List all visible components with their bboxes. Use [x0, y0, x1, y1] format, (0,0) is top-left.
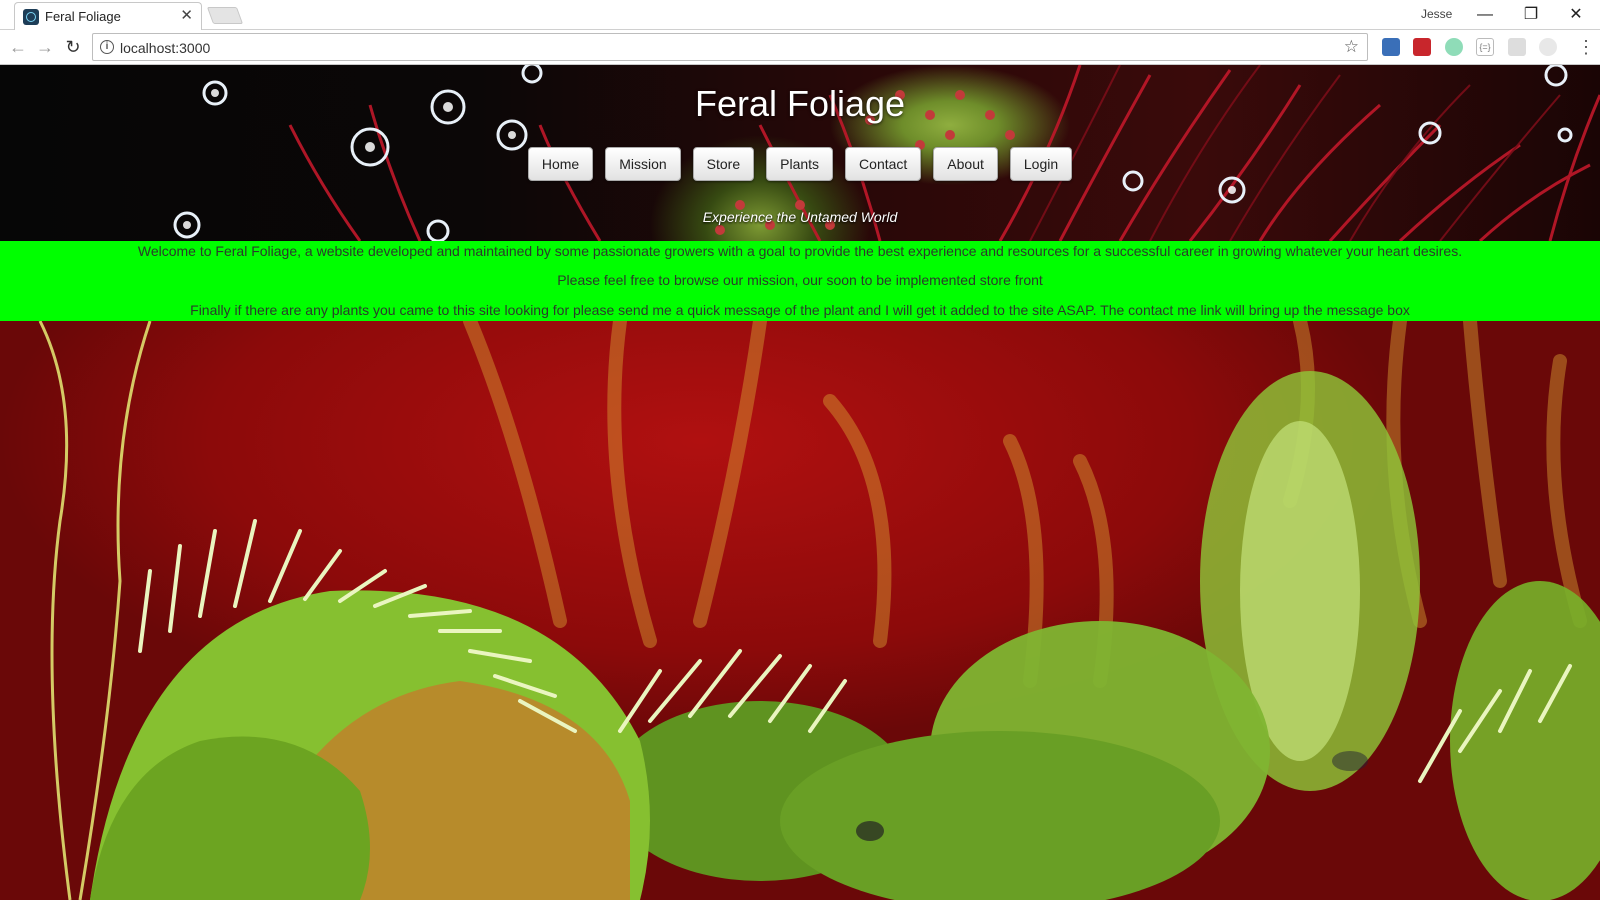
react-favicon-icon	[23, 9, 39, 25]
info-icon[interactable]: i	[100, 40, 114, 54]
tab-title: Feral Foliage	[45, 9, 121, 24]
site-header: Feral Foliage Home Mission Store Plants …	[0, 65, 1600, 241]
page-content: Feral Foliage Home Mission Store Plants …	[0, 65, 1600, 900]
nav-plants-button[interactable]: Plants	[766, 147, 834, 181]
extension-icon[interactable]: {=}	[1476, 38, 1494, 56]
nav-store-button[interactable]: Store	[692, 147, 755, 181]
minimize-button[interactable]: —	[1465, 2, 1505, 28]
extension-icon[interactable]	[1445, 38, 1463, 56]
nav-home-button[interactable]: Home	[527, 147, 594, 181]
contact-paragraph: Finally if there are any plants you came…	[190, 302, 1410, 318]
menu-dots-icon[interactable]: ⋮	[1577, 36, 1595, 58]
nav-login-button[interactable]: Login	[1009, 147, 1073, 181]
extension-icon[interactable]	[1413, 38, 1431, 56]
extension-icon[interactable]	[1382, 38, 1400, 56]
nav-mission-button[interactable]: Mission	[605, 147, 681, 181]
nav-about-button[interactable]: About	[933, 147, 998, 181]
extension-icon[interactable]	[1508, 38, 1526, 56]
profile-name[interactable]: Jesse	[1421, 7, 1452, 21]
venus-flytrap-illustration	[38, 321, 1600, 900]
forward-arrow-icon[interactable]: →	[33, 35, 57, 59]
star-icon[interactable]: ☆	[1344, 37, 1359, 57]
venus-flytrap-hero-image	[0, 321, 1600, 900]
tab-close-icon[interactable]: ✕	[180, 7, 193, 25]
extension-icon[interactable]	[1539, 38, 1557, 56]
close-window-button[interactable]: ✕	[1556, 2, 1596, 28]
site-title: Feral Foliage	[694, 83, 906, 124]
nav-contact-button[interactable]: Contact	[845, 147, 922, 181]
browser-tab-strip: Feral Foliage ✕ Jesse — ❐ ✕	[0, 0, 1600, 30]
browser-toolbar: ← → ↻ i localhost:3000 ☆ {=} ⋮	[0, 30, 1600, 65]
address-bar[interactable]: i localhost:3000 ☆	[92, 33, 1368, 61]
back-arrow-icon[interactable]: ←	[6, 35, 30, 59]
welcome-banner: Welcome to Feral Foliage, a website deve…	[0, 241, 1600, 321]
tagline: Experience the Untamed World	[702, 209, 898, 225]
restore-button[interactable]: ❐	[1511, 2, 1551, 28]
browse-paragraph: Please feel free to browse our mission, …	[557, 272, 1043, 288]
new-tab-button[interactable]	[206, 7, 244, 24]
welcome-paragraph: Welcome to Feral Foliage, a website deve…	[137, 243, 1463, 259]
url-text[interactable]: localhost:3000	[120, 40, 210, 56]
browser-tab[interactable]: Feral Foliage ✕	[14, 2, 202, 30]
main-nav: Home Mission Store Plants Contact About …	[0, 147, 1600, 181]
reload-icon[interactable]: ↻	[61, 35, 85, 59]
